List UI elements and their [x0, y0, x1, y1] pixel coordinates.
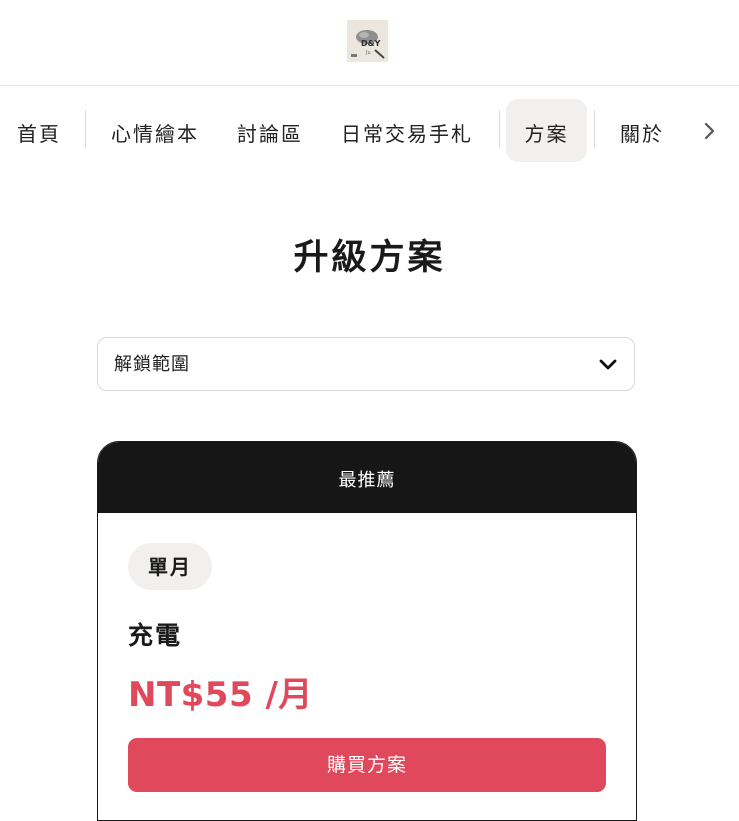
logo-subtext: Ju	[365, 50, 371, 56]
nav-divider	[85, 110, 86, 148]
plan-card: 最推薦 單月 充電 NT$55 /月 購買方案	[97, 441, 637, 821]
nav-item-trading-journal[interactable]: 日常交易手札	[341, 99, 473, 162]
period-badge: 單月	[128, 543, 212, 590]
nav-item-mood-book[interactable]: 心情繪本	[111, 99, 199, 162]
dropdown-selected-value: 解鎖範圍	[114, 354, 190, 375]
plan-name: 充電	[128, 621, 183, 650]
site-logo[interactable]: D&Y Ju	[347, 20, 388, 62]
nav-item-about[interactable]: 關於	[620, 99, 664, 162]
logo-illustration-icon: D&Y Ju	[347, 20, 388, 62]
nav-item-forum[interactable]: 討論區	[237, 99, 303, 162]
recommended-banner: 最推薦	[98, 442, 636, 513]
site-header: D&Y Ju	[0, 0, 739, 86]
chevron-right-icon	[704, 122, 715, 140]
buy-plan-button[interactable]: 購買方案	[128, 738, 606, 792]
unlock-scope-dropdown[interactable]: 解鎖範圍	[97, 337, 635, 391]
main-nav: 首頁 心情繪本 討論區 日常交易手札 方案 關於	[0, 86, 739, 176]
nav-item-home[interactable]: 首頁	[17, 99, 61, 162]
plan-price: NT$55 /月	[128, 675, 313, 715]
nav-divider	[499, 110, 500, 148]
nav-scroll-right-button[interactable]	[698, 116, 722, 146]
nav-divider	[594, 110, 595, 148]
chevron-down-icon	[599, 359, 617, 370]
page-title: 升級方案	[293, 238, 446, 278]
nav-item-plans[interactable]: 方案	[506, 99, 587, 162]
logo-text: D&Y	[361, 39, 381, 48]
